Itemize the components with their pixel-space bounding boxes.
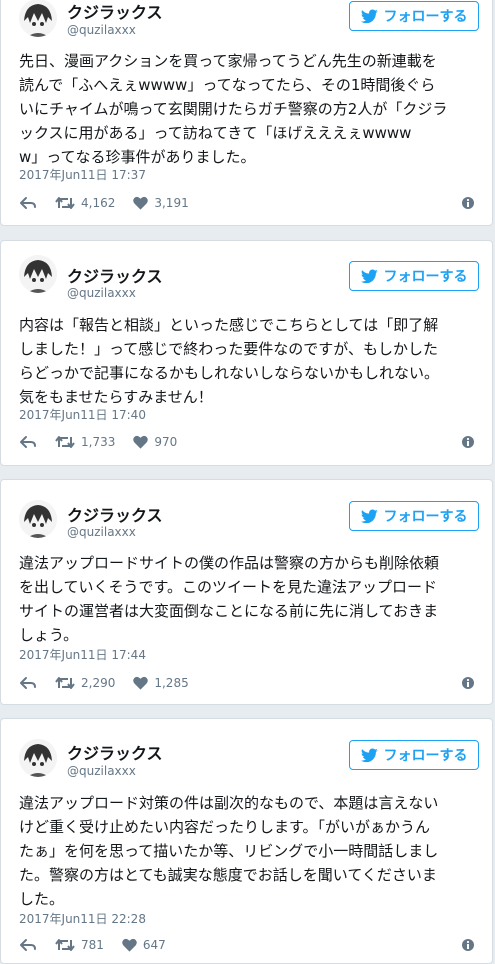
- info-button[interactable]: [462, 197, 474, 209]
- display-name[interactable]: クジラックス: [67, 0, 163, 23]
- heart-icon: [122, 938, 137, 952]
- display-name[interactable]: クジラックス: [67, 263, 163, 287]
- twitter-bird-icon: [360, 268, 378, 283]
- avatar[interactable]: [19, 500, 57, 538]
- twitter-bird-icon: [360, 747, 378, 762]
- twitter-bird-icon: [360, 508, 378, 523]
- tweet-timestamp[interactable]: 2017年Jun11日 22:28: [19, 910, 146, 927]
- like-count: 970: [154, 435, 178, 449]
- like-count: 1,285: [154, 676, 189, 690]
- retweet-count: 2,290: [81, 676, 116, 690]
- tweet-text: 違法アップロードサイトの僕の作品は警察の方からも削除依頼 を出していくそうです。…: [19, 554, 440, 644]
- info-icon: [462, 197, 474, 209]
- follow-label: フォローする: [383, 509, 468, 525]
- display-name[interactable]: クジラックス: [67, 740, 163, 764]
- tweet-actions: 4,162 3,191: [19, 193, 474, 213]
- twitter-bird-icon: [360, 8, 378, 23]
- info-icon: [462, 677, 474, 689]
- avatar[interactable]: [19, 739, 57, 777]
- follow-button[interactable]: フォローする: [349, 1, 479, 31]
- retweet-count: 1,733: [81, 435, 116, 449]
- user-handle[interactable]: @quzilaxxx: [67, 525, 136, 539]
- retweet-icon: [55, 197, 75, 209]
- retweet-icon: [55, 436, 75, 448]
- user-handle[interactable]: @quzilaxxx: [67, 286, 136, 300]
- tweet-card: クジラックス @quzilaxxx フォローする 内容は「報告と相談」といった感…: [0, 240, 493, 466]
- retweet-button[interactable]: 781: [55, 938, 104, 952]
- reply-icon: [20, 197, 36, 209]
- follow-label: フォローする: [383, 748, 468, 764]
- retweet-icon: [55, 677, 75, 689]
- reply-button[interactable]: [19, 938, 37, 952]
- info-icon: [462, 939, 474, 951]
- reply-button[interactable]: [19, 435, 37, 449]
- tweet-timestamp[interactable]: 2017年Jun11日 17:37: [19, 166, 146, 183]
- reply-icon: [20, 677, 36, 689]
- tweet-text: 先日、漫画アクションを買って家帰ってうどん先生の新連載を 読んで「ふへえぇwww…: [19, 52, 448, 166]
- info-icon: [462, 436, 474, 448]
- reply-icon: [20, 939, 36, 951]
- info-button[interactable]: [462, 436, 474, 448]
- tweet-card: クジラックス @quzilaxxx フォローする 先日、漫画アクションを買って家…: [0, 0, 493, 226]
- retweet-button[interactable]: 4,162: [55, 196, 115, 210]
- retweet-icon: [55, 939, 75, 951]
- retweet-count: 781: [81, 938, 104, 952]
- display-name[interactable]: クジラックス: [67, 502, 163, 526]
- info-button[interactable]: [462, 677, 474, 689]
- avatar[interactable]: [19, 255, 57, 293]
- reply-icon: [20, 436, 36, 448]
- tweet-actions: 2,290 1,285: [19, 673, 474, 693]
- follow-label: フォローする: [383, 9, 468, 25]
- user-handle[interactable]: @quzilaxxx: [67, 23, 136, 37]
- like-count: 3,191: [154, 196, 189, 210]
- tweet-text: 内容は「報告と相談」といった感じでこちらとしては「即了解 しました！」って感じで…: [19, 316, 440, 406]
- follow-label: フォローする: [383, 269, 468, 285]
- tweet-timestamp[interactable]: 2017年Jun11日 17:44: [19, 646, 146, 663]
- like-count: 647: [142, 938, 166, 952]
- tweet-actions: 1,733 970: [19, 432, 474, 452]
- tweet-timestamp[interactable]: 2017年Jun11日 17:40: [19, 406, 146, 423]
- like-button[interactable]: 3,191: [133, 196, 189, 210]
- reply-button[interactable]: [19, 676, 37, 690]
- follow-button[interactable]: フォローする: [349, 261, 479, 291]
- like-button[interactable]: 647: [122, 938, 166, 952]
- heart-icon: [133, 196, 149, 210]
- reply-button[interactable]: [19, 196, 37, 210]
- user-handle[interactable]: @quzilaxxx: [67, 764, 136, 778]
- tweet-card: クジラックス @quzilaxxx フォローする 違法アップロード対策の件は副次…: [0, 718, 493, 964]
- like-button[interactable]: 1,285: [133, 676, 189, 690]
- retweet-button[interactable]: 1,733: [55, 435, 115, 449]
- follow-button[interactable]: フォローする: [349, 740, 479, 770]
- heart-icon: [133, 676, 149, 690]
- retweet-button[interactable]: 2,290: [55, 676, 115, 690]
- info-button[interactable]: [462, 939, 474, 951]
- avatar[interactable]: [19, 0, 57, 37]
- follow-button[interactable]: フォローする: [349, 501, 479, 531]
- tweet-text: 違法アップロード対策の件は副次的なもので、本題は言えない けど重く受け止めたい内…: [19, 794, 439, 908]
- like-button[interactable]: 970: [133, 435, 177, 449]
- tweet-card: クジラックス @quzilaxxx フォローする 違法アップロードサイトの僕の作…: [0, 479, 493, 705]
- retweet-count: 4,162: [81, 196, 116, 210]
- heart-icon: [133, 435, 149, 449]
- tweet-actions: 781 647: [19, 935, 474, 955]
